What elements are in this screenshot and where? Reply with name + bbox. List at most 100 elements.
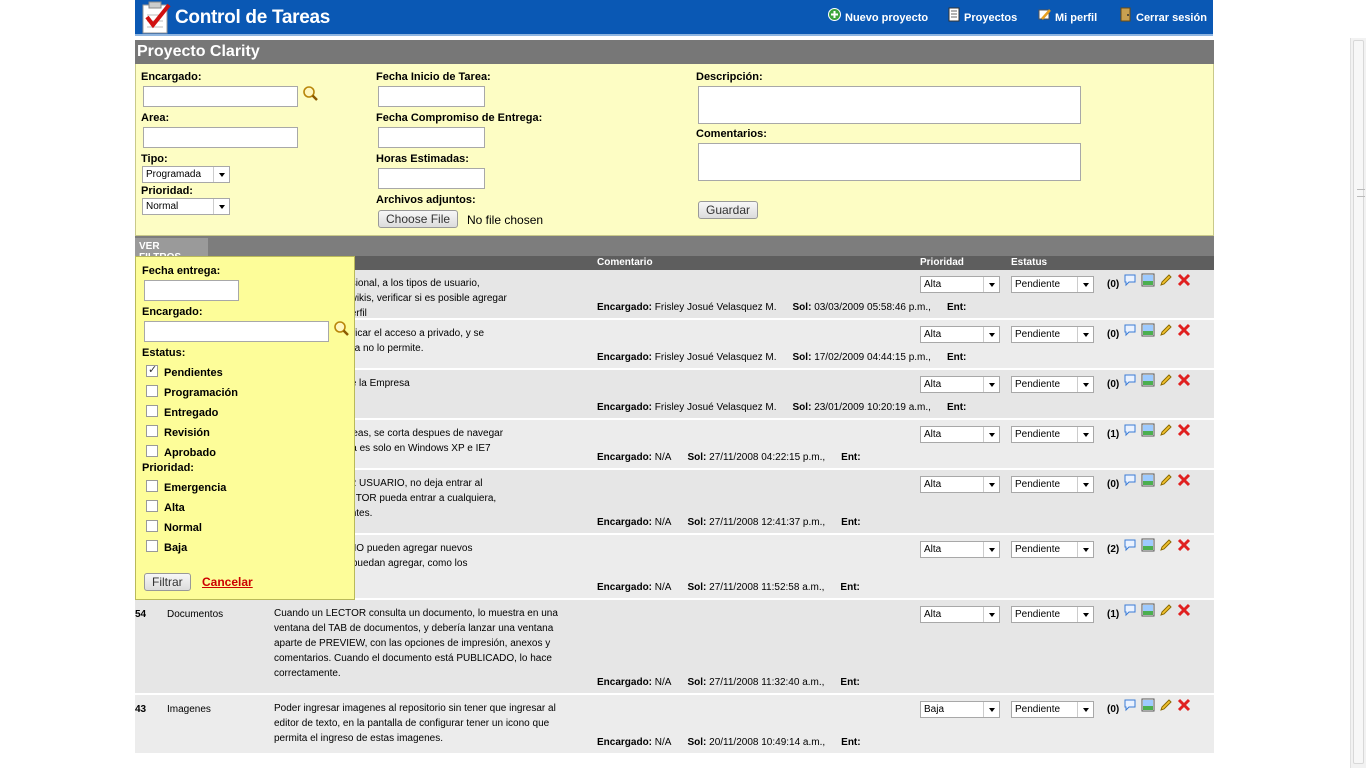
- prioridad-value: Alta: [924, 429, 942, 440]
- image-icon[interactable]: [1141, 538, 1155, 552]
- checkbox-aprobado[interactable]: [146, 445, 158, 457]
- filter-encargado-input[interactable]: [144, 321, 329, 342]
- comment-bubble-icon[interactable]: [1123, 323, 1137, 337]
- ent-label: Ent:: [840, 677, 860, 688]
- checkbox-baja[interactable]: [146, 540, 158, 552]
- nav-mi-perfil[interactable]: Mi perfil: [1038, 9, 1098, 24]
- choose-file-button[interactable]: Choose File: [378, 210, 459, 228]
- image-icon[interactable]: [1141, 603, 1155, 617]
- page-scrollbar[interactable]: [1350, 38, 1366, 768]
- prioridad-select[interactable]: Alta: [920, 476, 1000, 493]
- nav-cerrar-sesion[interactable]: Cerrar sesión: [1120, 7, 1207, 24]
- pencil-edit-icon[interactable]: [1159, 423, 1173, 437]
- cancelar-link[interactable]: Cancelar: [202, 575, 253, 589]
- checkbox-label: Entregado: [164, 407, 219, 419]
- checkbox-alta[interactable]: [146, 500, 158, 512]
- image-icon[interactable]: [1141, 698, 1155, 712]
- comment-count: (0): [1107, 379, 1120, 390]
- delete-x-icon[interactable]: [1177, 538, 1191, 552]
- sol-value: 23/01/2009 10:20:19 a.m.,: [814, 402, 931, 413]
- pencil-edit-icon[interactable]: [1159, 373, 1173, 387]
- header-comentario: Comentario: [597, 257, 653, 268]
- checkbox-pendientes[interactable]: [146, 363, 158, 377]
- comment-bubble-icon[interactable]: [1123, 538, 1137, 552]
- estatus-select[interactable]: Pendiente: [1011, 701, 1094, 718]
- estatus-select[interactable]: Pendiente: [1011, 276, 1094, 293]
- prioridad-select[interactable]: Alta: [920, 606, 1000, 623]
- search-icon[interactable]: [302, 85, 319, 102]
- estatus-select[interactable]: Pendiente: [1011, 326, 1094, 343]
- guardar-button[interactable]: Guardar: [698, 201, 759, 219]
- encargado-label: Encargado:: [597, 402, 653, 413]
- encargado-input[interactable]: [143, 86, 298, 107]
- door-exit-icon: [1120, 7, 1131, 22]
- delete-x-icon[interactable]: [1177, 473, 1191, 487]
- estatus-select[interactable]: Pendiente: [1011, 606, 1094, 623]
- fecha-inicio-input[interactable]: [378, 86, 485, 107]
- scrollbar-thumb[interactable]: [1353, 40, 1365, 764]
- estatus-select[interactable]: Pendiente: [1011, 541, 1094, 558]
- pencil-edit-icon[interactable]: [1159, 538, 1173, 552]
- checkbox-label: Baja: [164, 542, 188, 554]
- prioridad-select[interactable]: Normal: [142, 198, 230, 215]
- comment-bubble-icon[interactable]: [1123, 273, 1137, 287]
- nav-label: Nuevo proyecto: [845, 12, 929, 24]
- delete-x-icon[interactable]: [1177, 373, 1191, 387]
- delete-x-icon[interactable]: [1177, 698, 1191, 712]
- fecha-compromiso-input[interactable]: [378, 127, 485, 148]
- image-icon[interactable]: [1141, 323, 1155, 337]
- encargado-value: Frisley Josué Velasquez M.: [654, 402, 777, 413]
- image-icon[interactable]: [1141, 473, 1155, 487]
- descripcion-textarea[interactable]: [698, 86, 1081, 124]
- comment-bubble-icon[interactable]: [1123, 603, 1137, 617]
- checkbox-emergencia[interactable]: [146, 480, 158, 492]
- pencil-edit-icon[interactable]: [1159, 603, 1173, 617]
- nav-nuevo-proyecto[interactable]: Nuevo proyecto: [828, 8, 929, 24]
- row-id: 43: [135, 704, 147, 715]
- prioridad-select[interactable]: Alta: [920, 376, 1000, 393]
- image-icon[interactable]: [1141, 423, 1155, 437]
- prioridad-select[interactable]: Baja: [920, 701, 1000, 718]
- horas-input[interactable]: [378, 168, 485, 189]
- area-input[interactable]: [143, 127, 298, 148]
- comment-bubble-icon[interactable]: [1123, 373, 1137, 387]
- nav-proyectos[interactable]: Proyectos: [948, 7, 1017, 24]
- nav-label: Mi perfil: [1055, 12, 1098, 24]
- prioridad-select[interactable]: Alta: [920, 541, 1000, 558]
- prioridad-select[interactable]: Alta: [920, 426, 1000, 443]
- header-bar: Control de Tareas Nuevo proyecto Proyect…: [135, 0, 1213, 36]
- search-icon[interactable]: [333, 320, 350, 337]
- delete-x-icon[interactable]: [1177, 603, 1191, 617]
- ver-filtros-toggle[interactable]: VER FILTROS: [135, 238, 208, 263]
- checkbox-entregado[interactable]: [146, 405, 158, 417]
- chevron-down-icon: [1077, 377, 1093, 392]
- pencil-edit-icon[interactable]: [1159, 323, 1173, 337]
- description-line: ventana del TAB de documentos, y debería…: [274, 623, 554, 634]
- description-line: editor de texto, en la pantalla de confi…: [274, 718, 550, 729]
- encargado-value: Frisley Josué Velasquez M.: [654, 302, 777, 313]
- checkbox-programación[interactable]: [146, 385, 158, 397]
- estatus-select[interactable]: Pendiente: [1011, 426, 1094, 443]
- prioridad-select[interactable]: Alta: [920, 326, 1000, 343]
- comment-bubble-icon[interactable]: [1123, 423, 1137, 437]
- checkbox-revisión[interactable]: [146, 425, 158, 437]
- tipo-select[interactable]: Programada: [142, 166, 230, 183]
- comentarios-textarea[interactable]: [698, 143, 1081, 181]
- pencil-edit-icon[interactable]: [1159, 473, 1173, 487]
- delete-x-icon[interactable]: [1177, 273, 1191, 287]
- fecha-entrega-input[interactable]: [144, 280, 239, 301]
- estatus-select[interactable]: Pendiente: [1011, 476, 1094, 493]
- prioridad-select[interactable]: Alta: [920, 276, 1000, 293]
- comment-bubble-icon[interactable]: [1123, 698, 1137, 712]
- image-icon[interactable]: [1141, 373, 1155, 387]
- sol-value: 17/02/2009 04:44:15 p.m.,: [814, 352, 931, 363]
- pencil-edit-icon[interactable]: [1159, 698, 1173, 712]
- delete-x-icon[interactable]: [1177, 423, 1191, 437]
- comment-bubble-icon[interactable]: [1123, 473, 1137, 487]
- pencil-edit-icon[interactable]: [1159, 273, 1173, 287]
- delete-x-icon[interactable]: [1177, 323, 1191, 337]
- image-icon[interactable]: [1141, 273, 1155, 287]
- filtrar-button[interactable]: Filtrar: [144, 573, 191, 591]
- estatus-select[interactable]: Pendiente: [1011, 376, 1094, 393]
- checkbox-normal[interactable]: [146, 520, 158, 532]
